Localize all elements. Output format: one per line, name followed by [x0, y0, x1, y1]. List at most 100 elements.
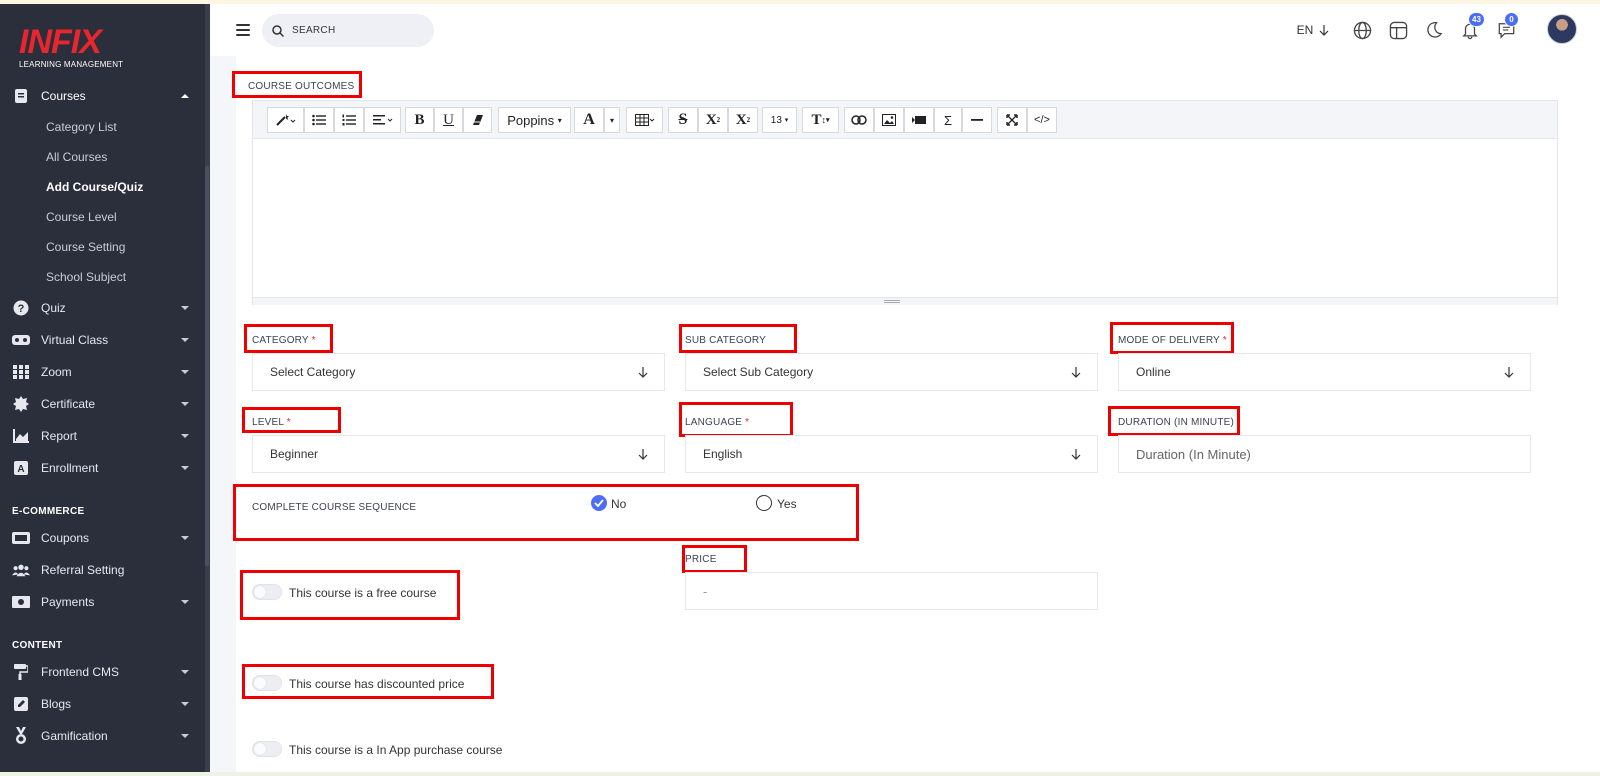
logo-text: INFIX [19, 23, 102, 61]
search-input[interactable]: SEARCH [262, 14, 434, 47]
avatar[interactable] [1547, 14, 1577, 44]
magic-format-button[interactable] [267, 107, 304, 133]
edit-icon [12, 695, 30, 713]
price-input[interactable]: - [685, 572, 1098, 610]
ticket-icon [12, 529, 30, 547]
sidebar-subitem-add-course[interactable]: Add Course/Quiz [46, 177, 143, 197]
messages-badge: 0 [1504, 12, 1519, 27]
clear-format-button[interactable] [463, 107, 492, 133]
font-color-dropdown[interactable]: ▾ [604, 107, 620, 133]
sidebar-subitem-all-courses[interactable]: All Courses [46, 147, 107, 167]
sidebar-item-coupons[interactable]: Coupons [0, 523, 200, 553]
sub-category-value: Select Sub Category [703, 365, 814, 379]
messages-button[interactable]: 0 [1494, 12, 1519, 42]
sidebar-item-gamification[interactable]: Gamification [0, 721, 200, 751]
underline-button[interactable]: U [434, 107, 463, 133]
sidebar-item-quiz[interactable]: ? Quiz [0, 293, 200, 323]
video-button[interactable] [904, 107, 934, 133]
font-size-select[interactable]: 13 ▾ [762, 107, 797, 133]
sidebar-scrollbar-thumb[interactable] [205, 166, 209, 566]
sidebar-item-payments[interactable]: Payments [0, 587, 200, 617]
sidebar-subitem-course-level[interactable]: Course Level [46, 207, 117, 227]
numbered-list-button[interactable] [334, 107, 364, 133]
duration-input[interactable]: Duration (In Minute) [1118, 435, 1531, 473]
category-value: Select Category [270, 365, 356, 379]
language-selector[interactable]: EN [1293, 18, 1333, 42]
highlight-box [679, 402, 793, 437]
level-value: Beginner [270, 447, 319, 461]
bullet-list-icon [312, 114, 326, 126]
superscript-button[interactable]: X2 [698, 107, 728, 133]
chevron-down-icon [181, 734, 189, 738]
main-scrollbar-track[interactable] [1574, 56, 1600, 772]
font-family-value: Poppins [507, 112, 555, 128]
horizontal-rule-button[interactable] [962, 107, 992, 133]
editor-content-area[interactable] [253, 139, 1557, 297]
grid-icon [12, 363, 30, 381]
sidebar-subitem-category-list[interactable]: Category List [46, 117, 117, 137]
menu-toggle-icon[interactable] [236, 24, 250, 36]
sidebar-item-blogs[interactable]: Blogs [0, 689, 200, 719]
bullet-list-button[interactable] [304, 107, 334, 133]
paint-roller-icon [12, 663, 30, 681]
link-button[interactable] [844, 107, 874, 133]
sidebar-item-virtual-class[interactable]: Virtual Class [0, 325, 200, 355]
editor-resize-handle[interactable] [253, 297, 1557, 305]
highlight-box [682, 545, 747, 573]
bold-button[interactable]: B [405, 107, 434, 133]
money-icon [12, 593, 30, 611]
sidebar-subitem-school-subject[interactable]: School Subject [46, 267, 126, 287]
sidebar-item-courses[interactable]: Courses [0, 81, 200, 111]
notifications-button[interactable]: 43 [1458, 12, 1485, 42]
chevron-down-icon [181, 466, 189, 470]
svg-text:?: ? [18, 303, 25, 315]
in-app-purchase-toggle[interactable] [252, 741, 282, 757]
sidebar-item-referral-setting[interactable]: Referral Setting [0, 555, 200, 585]
code-view-button[interactable]: </> [1027, 107, 1057, 133]
bottom-border [0, 772, 1600, 776]
table-button[interactable] [626, 107, 663, 133]
sidebar-subitem-course-setting[interactable]: Course Setting [46, 237, 125, 257]
sidebar-item-enrollment[interactable]: A Enrollment [0, 453, 200, 483]
sidebar-item-frontend-cms[interactable]: Frontend CMS [0, 657, 200, 687]
search-icon [272, 24, 284, 37]
sidebar-item-report[interactable]: Report [0, 421, 200, 451]
chevron-down-icon [181, 702, 189, 706]
sidebar-item-certificate[interactable]: Certificate [0, 389, 200, 419]
arrow-down-icon [1071, 449, 1081, 460]
language-select[interactable]: English [685, 435, 1098, 473]
subscript-button[interactable]: X2 [728, 107, 758, 133]
highlight-box [232, 71, 362, 98]
chart-icon [12, 427, 30, 445]
highlight-box [244, 324, 333, 353]
fullscreen-button[interactable] [997, 107, 1027, 133]
editor-toolbar: B U Poppins ▾ A ▾ S X2 X2 13 ▾ T ↕ ▾ Σ <… [253, 101, 1557, 139]
language-code: EN [1296, 23, 1314, 37]
highlight-box [242, 407, 341, 433]
book-icon [12, 87, 30, 105]
chevron-down-icon [181, 600, 189, 604]
sub-category-select[interactable]: Select Sub Category [685, 353, 1098, 391]
vr-headset-icon [12, 331, 30, 349]
math-button[interactable]: Σ [934, 107, 962, 133]
sidebar-item-zoom[interactable]: Zoom [0, 357, 200, 387]
font-family-select[interactable]: Poppins ▾ [498, 107, 571, 133]
logo[interactable]: INFIX LEARNING MANAGEMENT [19, 23, 139, 70]
mode-of-delivery-select[interactable]: Online [1118, 353, 1531, 391]
font-color-button[interactable]: A [574, 107, 604, 133]
category-select[interactable]: Select Category [252, 353, 665, 391]
align-button[interactable] [364, 107, 401, 133]
chevron-down-icon [181, 306, 189, 310]
line-height-button[interactable]: T ↕ ▾ [802, 107, 839, 133]
level-select[interactable]: Beginner [252, 435, 665, 473]
dark-mode-icon[interactable] [1422, 18, 1446, 42]
layout-icon[interactable] [1386, 18, 1410, 42]
image-button[interactable] [874, 107, 904, 133]
enrollment-icon: A [12, 459, 30, 477]
sidebar-item-label: Enrollment [41, 461, 99, 475]
notifications-badge: 43 [1468, 12, 1485, 27]
horizontal-rule-icon [971, 119, 983, 121]
strikethrough-button[interactable]: S [668, 107, 698, 133]
video-icon [912, 116, 926, 124]
globe-icon[interactable] [1350, 18, 1374, 42]
